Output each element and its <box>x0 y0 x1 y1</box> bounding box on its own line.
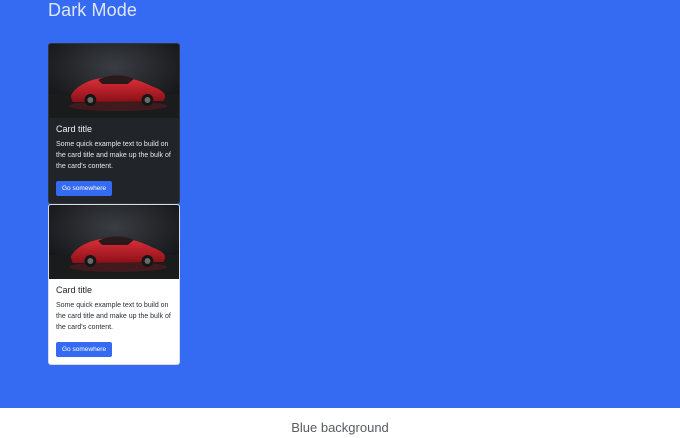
card-title: Card title <box>56 285 93 295</box>
go-somewhere-button[interactable]: Go somewhere <box>56 342 113 357</box>
dark-card: Card title Some quick example text to bu… <box>48 43 180 204</box>
page-heading: Dark Mode <box>48 0 137 20</box>
card-title: Card title <box>56 124 93 134</box>
card-image <box>49 44 179 118</box>
light-card: Card title Some quick example text to bu… <box>48 204 180 365</box>
card-text: Some quick example text to build on the … <box>56 141 171 170</box>
blue-background-stage: Dark Mode Card title Some quick example … <box>0 0 680 408</box>
go-somewhere-button[interactable]: Go somewhere <box>56 181 113 196</box>
card-image <box>49 205 179 279</box>
card-text: Some quick example text to build on the … <box>56 302 171 331</box>
caption: Blue background <box>291 420 389 435</box>
